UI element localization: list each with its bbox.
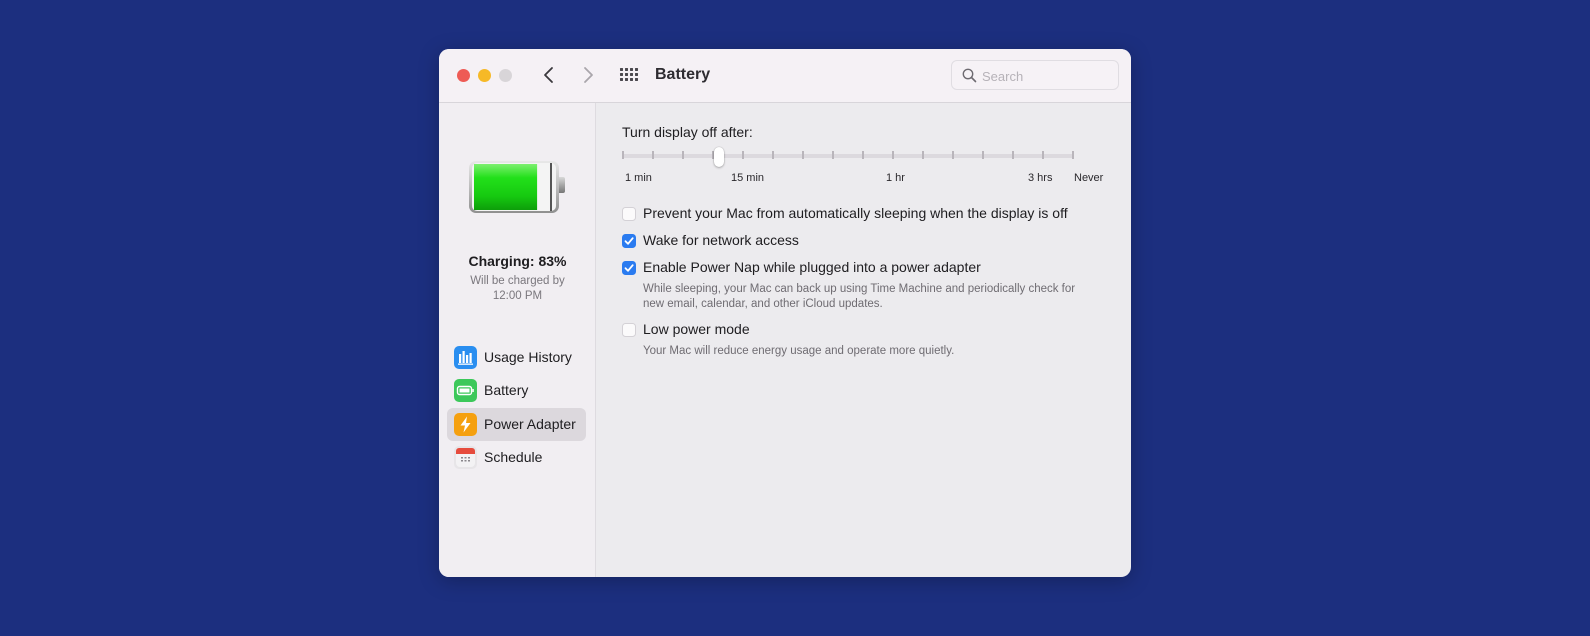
- slider-tick: [802, 151, 804, 159]
- title-bar: Battery: [439, 49, 1131, 103]
- wake-network-label[interactable]: Wake for network access: [643, 232, 799, 248]
- slider-tick: [952, 151, 954, 159]
- slider-tick: [832, 151, 834, 159]
- power-nap-checkbox[interactable]: [622, 261, 636, 275]
- search-field[interactable]: [951, 60, 1119, 90]
- search-input[interactable]: [982, 66, 1112, 86]
- power-nap-description: While sleeping, your Mac can back up usi…: [643, 282, 1113, 312]
- grid-icon: [620, 68, 638, 81]
- battery-level-icon: [469, 161, 565, 213]
- minimize-window-button[interactable]: [478, 69, 491, 82]
- low-power-label[interactable]: Low power mode: [643, 321, 750, 337]
- slider-tick-label: 1 hr: [886, 172, 905, 184]
- close-window-button[interactable]: [457, 69, 470, 82]
- window-title: Battery: [655, 66, 711, 83]
- chevron-right-icon: [584, 67, 593, 83]
- charge-estimate: Will be charged by 12:00 PM: [439, 274, 596, 304]
- slider-tick: [622, 151, 624, 159]
- battery-icon: [454, 379, 477, 402]
- sidebar-item-power-adapter[interactable]: Power Adapter: [447, 408, 586, 441]
- lightning-icon: [454, 413, 477, 436]
- search-icon: [962, 68, 977, 83]
- slider-thumb[interactable]: [714, 147, 724, 167]
- bar-chart-icon: [454, 346, 477, 369]
- slider-tick: [772, 151, 774, 159]
- slider-tick: [922, 151, 924, 159]
- wake-network-checkbox[interactable]: [622, 234, 636, 248]
- slider-tick: [682, 151, 684, 159]
- display-off-label: Turn display off after:: [622, 124, 753, 140]
- checkmark-icon: [624, 237, 634, 245]
- sidebar-item-label: Schedule: [484, 449, 543, 465]
- display-off-slider[interactable]: [622, 147, 1074, 167]
- sidebar-item-usage-history[interactable]: Usage History: [447, 341, 586, 374]
- checkmark-icon: [624, 264, 634, 272]
- slider-tick: [892, 151, 894, 159]
- slider-tick-label: 1 min: [625, 172, 652, 184]
- show-all-button[interactable]: [619, 67, 639, 83]
- slider-tick: [1012, 151, 1014, 159]
- slider-tick: [1072, 151, 1074, 159]
- back-button[interactable]: [537, 63, 561, 87]
- slider-tick: [1042, 151, 1044, 159]
- battery-fill: [474, 164, 538, 210]
- sidebar-item-label: Usage History: [484, 349, 572, 365]
- chevron-left-icon: [544, 67, 553, 83]
- system-preferences-window: Battery Charging: 8: [439, 49, 1131, 577]
- power-nap-description-line1: While sleeping, your Mac can back up usi…: [643, 283, 1076, 295]
- slider-tick-label: Never: [1074, 172, 1104, 184]
- sidebar: Charging: 83% Will be charged by 12:00 P…: [439, 103, 596, 577]
- slider-tick: [652, 151, 654, 159]
- prevent-sleep-checkbox[interactable]: [622, 207, 636, 221]
- sidebar-item-schedule[interactable]: Schedule: [447, 441, 586, 474]
- low-power-description: Your Mac will reduce energy usage and op…: [643, 345, 955, 357]
- slider-track: [622, 154, 1074, 158]
- slider-tick: [862, 151, 864, 159]
- prevent-sleep-label[interactable]: Prevent your Mac from automatically slee…: [643, 205, 1068, 221]
- charge-estimate-line1: Will be charged by: [470, 275, 565, 287]
- calendar-icon: [454, 446, 477, 469]
- slider-tick: [742, 151, 744, 159]
- charge-estimate-time: 12:00 PM: [492, 290, 543, 302]
- power-nap-label[interactable]: Enable Power Nap while plugged into a po…: [643, 259, 981, 275]
- forward-button[interactable]: [576, 63, 600, 87]
- sidebar-item-label: Battery: [484, 382, 529, 398]
- sidebar-item-label: Power Adapter: [484, 416, 576, 432]
- slider-tick: [982, 151, 984, 159]
- slider-tick-label: 3 hrs: [1028, 172, 1053, 184]
- settings-pane: Turn display off after: 1 min 15 min 1 hr 3…: [597, 103, 1131, 577]
- slider-tick-label: 15 min: [731, 172, 765, 184]
- power-nap-description-line2: new email, calendar, and other iCloud up…: [643, 298, 883, 310]
- zoom-window-button[interactable]: [499, 69, 512, 82]
- low-power-checkbox[interactable]: [622, 323, 636, 337]
- sidebar-item-battery[interactable]: Battery: [447, 374, 586, 407]
- charging-status: Charging: 83%: [468, 253, 567, 269]
